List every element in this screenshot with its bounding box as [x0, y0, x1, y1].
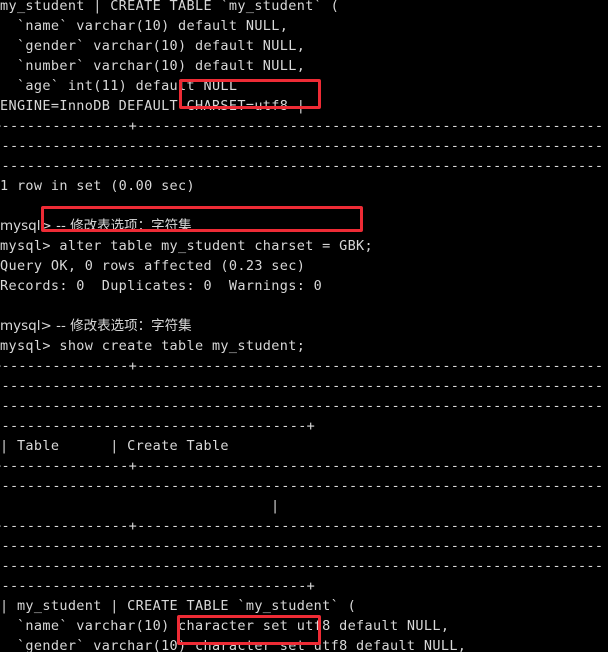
charset-line: ENGINE=InnoDB DEFAULT CHARSET=utf8 | [0, 98, 306, 114]
terminal-window[interactable]: +---------------+-----------------------… [0, 0, 608, 652]
table-header-row: | Table | Create Table [0, 438, 229, 454]
query-status-line: Query OK, 0 rows affected (0.23 sec) [0, 258, 306, 274]
terminal-prompt-line: mysql> show create table my_student; [0, 338, 306, 354]
terminal-line: `name` varchar(10) character set utf8 de… [0, 618, 450, 634]
table-separator-rule: ----------------------------------------… [0, 138, 601, 154]
terminal-line: `age` int(11) default NULL [0, 78, 238, 94]
terminal-line: `gender` varchar(10) character set utf8 … [0, 638, 467, 652]
create-table-line: my_student | CREATE TABLE `my_student` ( [0, 0, 340, 14]
table-separator-rule: ----------------------------------------… [0, 158, 601, 174]
row-count-line: 1 row in set (0.00 sec) [0, 178, 195, 194]
table-separator-rule: ----------------------------------------… [0, 478, 601, 494]
terminal-line: `name` varchar(10) default NULL, [0, 18, 289, 34]
table-separator-rule: +---------------+-----------------------… [0, 118, 601, 134]
terminal-line: `number` varchar(10) default NULL, [0, 58, 306, 74]
terminal-prompt-line: mysql> -- 修改表选项：字符集 [0, 218, 192, 234]
terminal-line: | [271, 498, 280, 514]
create-table-line: | my_student | CREATE TABLE `my_student`… [0, 598, 357, 614]
terminal-text-buffer[interactable]: +---------------+-----------------------… [0, 0, 608, 652]
table-separator-rule: +---------------+-----------------------… [0, 358, 601, 374]
table-separator-rule: -------------------------------------+ [0, 418, 316, 434]
table-separator-rule: +---------------+-----------------------… [0, 518, 601, 534]
table-separator-rule: ----------------------------------------… [0, 378, 601, 394]
records-status-line: Records: 0 Duplicates: 0 Warnings: 0 [0, 278, 323, 294]
terminal-prompt-line: mysql> alter table my_student charset = … [0, 238, 374, 254]
table-separator-rule: -------------------------------------+ [0, 578, 316, 594]
table-separator-rule: ----------------------------------------… [0, 538, 601, 554]
table-separator-rule: +---------------+-----------------------… [0, 458, 601, 474]
terminal-line: `gender` varchar(10) default NULL, [0, 38, 306, 54]
table-separator-rule: ----------------------------------------… [0, 398, 601, 414]
terminal-prompt-line: mysql> -- 修改表选项：字符集 [0, 318, 192, 334]
table-separator-rule: ----------------------------------------… [0, 558, 601, 574]
